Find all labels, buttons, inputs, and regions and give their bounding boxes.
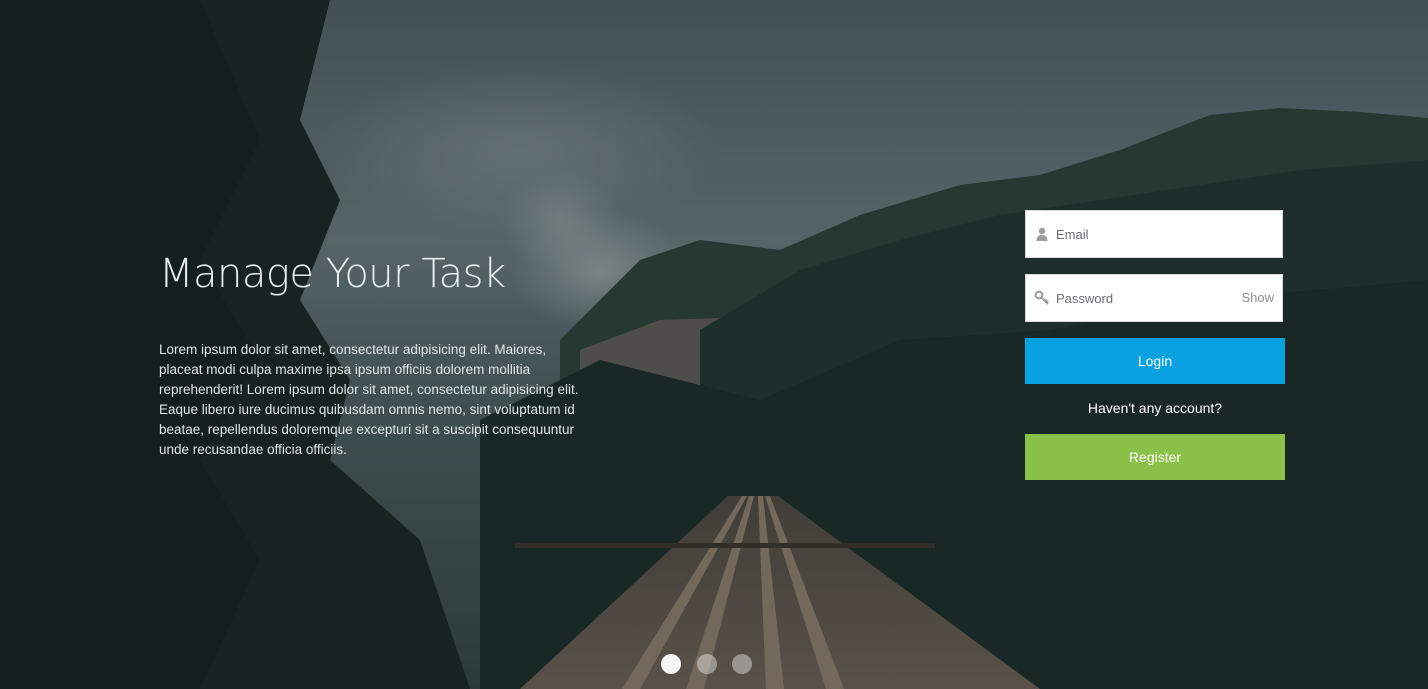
password-input[interactable] — [1056, 275, 1236, 321]
carousel-dot-3[interactable] — [732, 654, 752, 674]
login-page: Manage Your Task Lorem ipsum dolor sit a… — [0, 0, 1428, 689]
email-field[interactable] — [1025, 210, 1283, 258]
key-icon — [1034, 290, 1049, 305]
user-icon — [1036, 227, 1048, 241]
register-button[interactable]: Register — [1025, 434, 1285, 480]
no-account-text: Haven't any account? — [1087, 400, 1223, 416]
login-button[interactable]: Login — [1025, 338, 1285, 384]
show-password-toggle[interactable]: Show — [1241, 290, 1274, 305]
carousel-dot-2[interactable] — [697, 654, 717, 674]
password-field[interactable]: Show — [1025, 274, 1283, 322]
carousel-dot-1[interactable] — [661, 654, 681, 674]
email-input[interactable] — [1056, 211, 1236, 257]
page-title: Manage Your Task — [159, 251, 506, 297]
hero-description: Lorem ipsum dolor sit amet, consectetur … — [159, 342, 579, 457]
